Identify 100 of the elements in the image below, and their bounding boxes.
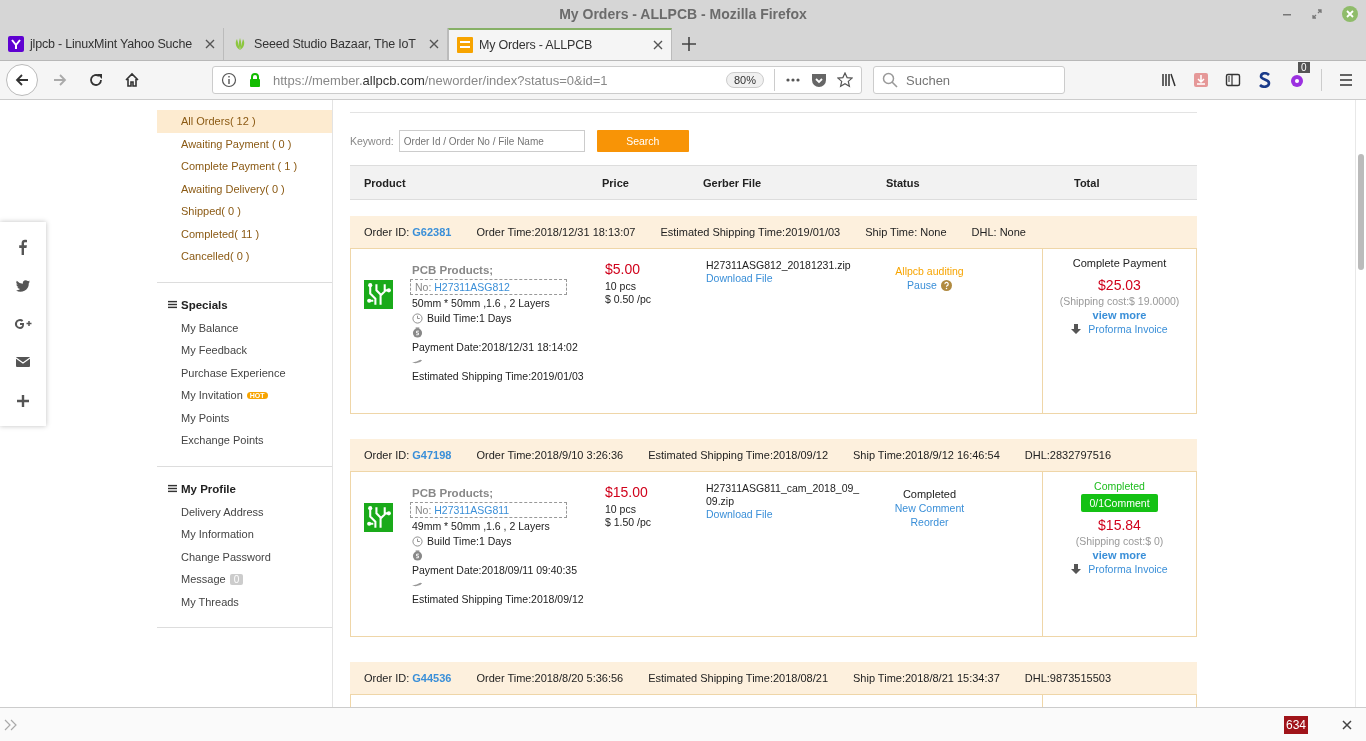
back-button[interactable] xyxy=(6,64,38,96)
build-time: Build Time:1 Days xyxy=(427,534,512,548)
status-text: Completed xyxy=(902,488,957,500)
search-icon xyxy=(882,72,898,88)
extension-icon[interactable] xyxy=(1289,72,1305,88)
sidebar-item[interactable]: Shipped( 0 ) xyxy=(157,200,332,223)
pocket-icon[interactable] xyxy=(811,72,827,88)
lock-icon xyxy=(247,72,263,88)
browser-tab[interactable]: My Orders - ALLPCB xyxy=(448,28,672,60)
tab-title: My Orders - ALLPCB xyxy=(479,38,594,52)
file-name: H27311ASG811_cam_2018_09_09.zip xyxy=(706,482,861,508)
sidebar-label: Awaiting Payment ( 0 ) xyxy=(181,137,292,150)
view-more-link[interactable]: view more xyxy=(1092,309,1147,321)
star-icon[interactable] xyxy=(837,72,853,88)
column-header: Gerber File xyxy=(703,176,762,189)
restore-icon[interactable] xyxy=(1312,9,1322,19)
sidebar-item[interactable]: Completed( 11 ) xyxy=(157,222,332,245)
extension-icon[interactable] xyxy=(1257,72,1273,88)
zoom-badge[interactable]: 80% xyxy=(725,72,764,88)
clock-icon xyxy=(412,535,423,547)
download-link[interactable]: Download File xyxy=(706,272,861,285)
sidebar-item[interactable]: My Information xyxy=(157,523,332,546)
price: $5.00 xyxy=(605,261,642,277)
address-bar[interactable]: https://member.allpcb.com/neworder/index?status=0&id=1 80% xyxy=(212,66,862,94)
section-title: Specials xyxy=(181,298,228,311)
order-number-link[interactable]: H27311ASG812 xyxy=(434,281,510,293)
tab-title: Seeed Studio Bazaar, The IoT xyxy=(254,37,417,51)
ship-time: Ship Time:2018/8/21 15:34:37 xyxy=(853,672,1000,684)
column-header: Product xyxy=(364,176,406,189)
invoice-link[interactable]: Proforma Invoice xyxy=(1088,323,1168,335)
browser-tab[interactable]: jlpcb - LinuxMint Yahoo Suche xyxy=(0,28,224,60)
sidebar-label: Exchange Points xyxy=(181,434,264,447)
sidebar-item[interactable]: Cancelled( 0 ) xyxy=(157,245,332,268)
plus-icon[interactable] xyxy=(14,392,32,409)
payment-date: Payment Date:2018/12/31 18:14:02 xyxy=(412,340,578,354)
window-title: My Orders - ALLPCB - Mozilla Firefox xyxy=(559,6,807,22)
sidebar-label: Cancelled( 0 ) xyxy=(181,250,250,263)
info-icon[interactable] xyxy=(221,72,237,88)
order-number-box: No: H27311ASG811 xyxy=(410,502,567,518)
counter-badge: 634 xyxy=(1283,715,1308,734)
close-icon[interactable] xyxy=(205,39,215,49)
status-text: Allpcb auditing xyxy=(895,265,964,277)
tracking-number: DHL: None xyxy=(971,226,1026,238)
download-link[interactable]: Download File xyxy=(706,508,861,521)
sidebar-icon[interactable] xyxy=(1225,72,1241,88)
tracking-number: DHL:9873515503 xyxy=(1024,672,1112,684)
board-size: 50mm * 50mm ,1.6 , 2 Layers xyxy=(412,296,550,310)
sidebar-item[interactable]: Awaiting Delivery( 0 ) xyxy=(157,177,332,200)
sidebar-item[interactable]: Delivery Address xyxy=(157,500,332,523)
sidebar-item[interactable]: My Balance xyxy=(157,316,332,339)
scrollbar-thumb[interactable] xyxy=(1358,154,1364,270)
sidebar-item[interactable]: Change Password xyxy=(157,545,332,568)
shipping-cost: (Shipping cost:$ 19.0000) xyxy=(1059,295,1180,307)
list-icon xyxy=(168,300,177,309)
notification-badge: 0 xyxy=(1298,62,1310,73)
close-icon[interactable] xyxy=(1342,719,1352,730)
sidebar-label: Change Password xyxy=(181,550,271,563)
sidebar-item[interactable]: Awaiting Payment ( 0 ) xyxy=(157,132,332,155)
status-link[interactable]: Pause xyxy=(907,279,937,291)
menu-icon[interactable] xyxy=(1338,72,1354,88)
sidebar-item[interactable]: My Feedback xyxy=(157,339,332,362)
price: $15.00 xyxy=(605,484,649,500)
search-field[interactable]: Suchen xyxy=(873,66,1065,94)
sidebar-label: My Feedback xyxy=(181,344,248,357)
download-arrow-icon xyxy=(1071,564,1082,574)
ship-time: Ship Time:2018/9/12 16:46:54 xyxy=(853,449,1000,461)
status-link[interactable]: Reorder xyxy=(910,516,949,528)
invoice-link[interactable]: Proforma Invoice xyxy=(1088,563,1168,575)
sidebar-label: My Points xyxy=(181,411,230,424)
order-number-link[interactable]: H27311ASG811 xyxy=(434,504,510,516)
sidebar-item[interactable]: Purchase Experience xyxy=(157,361,332,384)
order-id: Order ID: G47198 xyxy=(364,449,452,461)
status-link[interactable]: New Comment xyxy=(894,502,965,514)
new-tab-icon[interactable] xyxy=(682,37,696,51)
estimated-time: Estimated Shipping Time:2018/09/12 xyxy=(648,449,828,461)
unit-price: $ 1.50 /pc xyxy=(605,516,653,528)
close-icon[interactable] xyxy=(429,39,439,49)
keyword-field[interactable]: Order Id / Order No / File Name xyxy=(398,130,585,152)
sidebar-item[interactable]: My Threads xyxy=(157,590,332,613)
sidebar-label: Complete Payment ( 1 ) xyxy=(181,160,298,173)
column-header: Price xyxy=(602,176,629,189)
view-more-link[interactable]: view more xyxy=(1092,549,1147,561)
sidebar-item[interactable]: Exchange Points xyxy=(157,429,332,452)
order-time: Order Time:2018/8/20 5:36:56 xyxy=(476,672,624,684)
payment-date: Payment Date:2018/09/11 09:40:35 xyxy=(412,563,577,577)
library-icon[interactable] xyxy=(1161,72,1177,88)
sidebar-item[interactable]: My Points xyxy=(157,406,332,429)
order-number-box: No: H27311ASG812 xyxy=(410,279,567,295)
sidebar-item[interactable]: Complete Payment ( 1 ) xyxy=(157,155,332,178)
twitter-icon[interactable] xyxy=(14,277,32,294)
estimated-shipping: Estimated Shipping Time:2019/01/03 xyxy=(412,369,584,383)
sidebar-item[interactable]: All Orders( 12 ) xyxy=(157,110,332,133)
sidebar-label: My Invitation xyxy=(181,389,243,402)
coin-icon xyxy=(412,327,423,338)
sidebar-label: My Information xyxy=(181,528,254,541)
y-logo-icon xyxy=(8,36,24,52)
order-state: Completed xyxy=(1094,480,1145,492)
help-icon[interactable] xyxy=(940,279,952,291)
close-icon[interactable] xyxy=(653,40,663,50)
column-header: Status xyxy=(886,176,920,189)
